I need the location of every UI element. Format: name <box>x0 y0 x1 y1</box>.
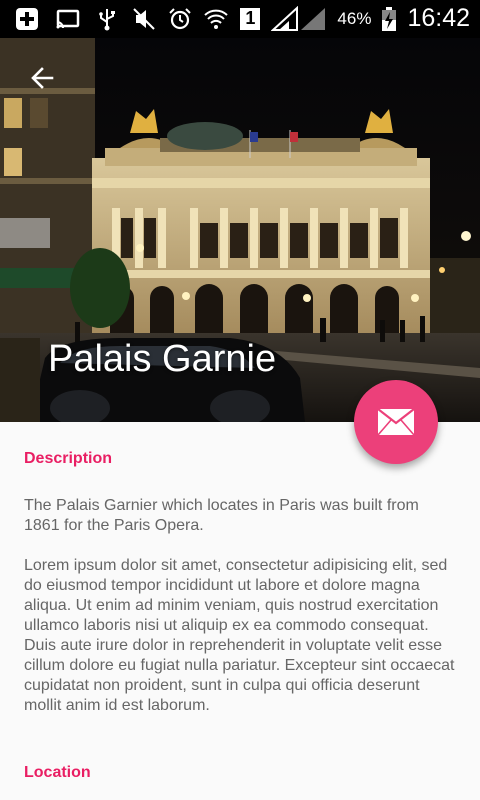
arrow-back-icon <box>31 67 54 89</box>
mail-icon <box>377 408 415 436</box>
add-icon <box>14 6 40 32</box>
back-button[interactable] <box>24 60 60 96</box>
place-title: Palais Garnie <box>48 338 277 380</box>
battery-percent: 46% <box>337 8 372 28</box>
battery-icon <box>381 6 397 32</box>
description-intro: The Palais Garnier which locates in Pari… <box>24 497 419 534</box>
alarm-icon <box>167 6 193 32</box>
clock: 16:42 <box>407 4 470 32</box>
mail-fab-button[interactable] <box>354 380 438 464</box>
description-heading: Description <box>24 450 113 467</box>
wifi-icon <box>203 6 229 32</box>
hero-image: Palais Garnie <box>0 38 480 422</box>
mute-icon <box>131 6 157 32</box>
description-body: Lorem ipsum dolor sit amet, consectetur … <box>24 557 455 714</box>
cast-icon <box>54 6 80 32</box>
status-bar: 1 46% 16:42 <box>0 0 480 38</box>
signal-icon <box>270 5 327 32</box>
location-heading: Location <box>24 764 91 781</box>
sim-icon: 1 <box>239 6 261 32</box>
usb-icon <box>94 6 120 32</box>
